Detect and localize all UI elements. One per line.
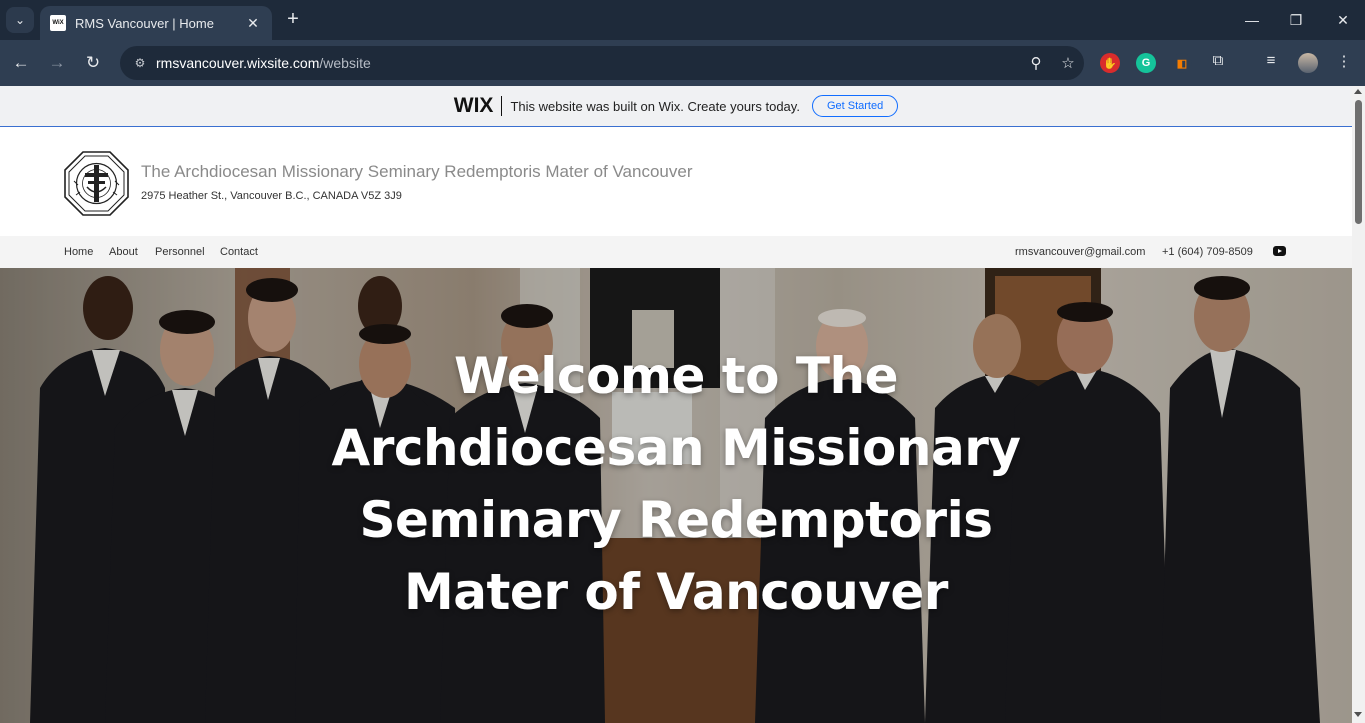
scroll-down-arrow-icon[interactable] bbox=[1354, 712, 1362, 717]
reload-button[interactable]: ↻ bbox=[80, 50, 106, 76]
page-scrollbar[interactable] bbox=[1352, 86, 1365, 723]
new-tab-button[interactable]: + bbox=[282, 8, 304, 32]
tab-search-button[interactable]: ⌄ bbox=[6, 7, 34, 33]
scroll-up-arrow-icon[interactable] bbox=[1354, 89, 1362, 94]
nav-email-link[interactable]: rmsvancouver@gmail.com bbox=[1015, 246, 1145, 258]
url-text[interactable]: rmsvancouver.wixsite.com/website bbox=[156, 55, 1020, 71]
tab-title: RMS Vancouver | Home bbox=[75, 15, 214, 31]
get-started-button[interactable]: Get Started bbox=[811, 95, 899, 117]
site-address: 2975 Heather St., Vancouver B.C., CANADA… bbox=[141, 190, 402, 202]
nav-phone-link[interactable]: +1 (604) 709-8509 bbox=[1162, 246, 1253, 258]
profile-avatar[interactable] bbox=[1298, 53, 1318, 73]
browser-toolbar: ← → ↻ ⚙ rmsvancouver.wixsite.com/website… bbox=[0, 40, 1365, 86]
address-bar[interactable]: ⚙ rmsvancouver.wixsite.com/website ⚲ ☆ bbox=[120, 46, 1084, 80]
extensions-puzzle-icon[interactable]: ⧉ bbox=[1207, 52, 1229, 69]
nav-item-about[interactable]: About bbox=[109, 246, 138, 258]
site-navbar: Home About Personnel Contact rmsvancouve… bbox=[0, 236, 1352, 268]
media-controls-icon[interactable]: ≡ bbox=[1260, 52, 1282, 69]
extension-icon[interactable]: ◧ bbox=[1172, 53, 1192, 73]
back-button[interactable]: ← bbox=[8, 50, 34, 76]
browser-tabstrip: ⌄ WiX RMS Vancouver | Home ✕ + — ❐ ✕ bbox=[0, 0, 1365, 40]
wix-banner-text: This website was built on Wix. Create yo… bbox=[510, 98, 800, 114]
nav-item-home[interactable]: Home bbox=[64, 246, 93, 258]
restore-icon[interactable]: ❐ bbox=[1284, 8, 1308, 32]
grammarly-extension-icon[interactable]: G bbox=[1136, 53, 1156, 73]
tab-close-icon[interactable]: ✕ bbox=[244, 15, 262, 32]
more-menu-icon[interactable]: ⋮ bbox=[1333, 52, 1355, 70]
url-host: rmsvancouver.wixsite.com bbox=[156, 55, 320, 71]
browser-tab[interactable]: WiX RMS Vancouver | Home ✕ bbox=[40, 6, 272, 40]
seminary-seal-logo[interactable] bbox=[64, 151, 129, 216]
site-info-icon[interactable]: ⚙ bbox=[124, 56, 156, 70]
hero-section: Welcome to The Archdiocesan Missionary S… bbox=[0, 268, 1352, 723]
scroll-thumb[interactable] bbox=[1355, 100, 1362, 224]
bookmark-star-icon[interactable]: ☆ bbox=[1052, 54, 1084, 72]
zoom-icon[interactable]: ⚲ bbox=[1020, 54, 1052, 72]
hero-title: Welcome to The Archdiocesan Missionary S… bbox=[331, 347, 1021, 621]
forward-button[interactable]: → bbox=[44, 50, 70, 76]
site-header: The Archdiocesan Missionary Seminary Red… bbox=[0, 127, 1352, 236]
youtube-icon[interactable] bbox=[1273, 246, 1286, 256]
wix-divider bbox=[501, 96, 503, 116]
wix-favicon-icon: WiX bbox=[50, 15, 66, 31]
minimize-icon[interactable]: — bbox=[1240, 8, 1264, 32]
wix-banner: WIX This website was built on Wix. Creat… bbox=[0, 86, 1352, 127]
adblock-extension-icon[interactable]: ✋ bbox=[1100, 53, 1120, 73]
site-title[interactable]: The Archdiocesan Missionary Seminary Red… bbox=[141, 162, 692, 182]
wix-logo[interactable]: WIX bbox=[454, 94, 494, 118]
url-path: /website bbox=[319, 55, 371, 71]
nav-item-contact[interactable]: Contact bbox=[220, 246, 258, 258]
close-window-icon[interactable]: ✕ bbox=[1331, 8, 1355, 32]
page-viewport: WIX This website was built on Wix. Creat… bbox=[0, 86, 1365, 723]
nav-item-personnel[interactable]: Personnel bbox=[155, 246, 205, 258]
